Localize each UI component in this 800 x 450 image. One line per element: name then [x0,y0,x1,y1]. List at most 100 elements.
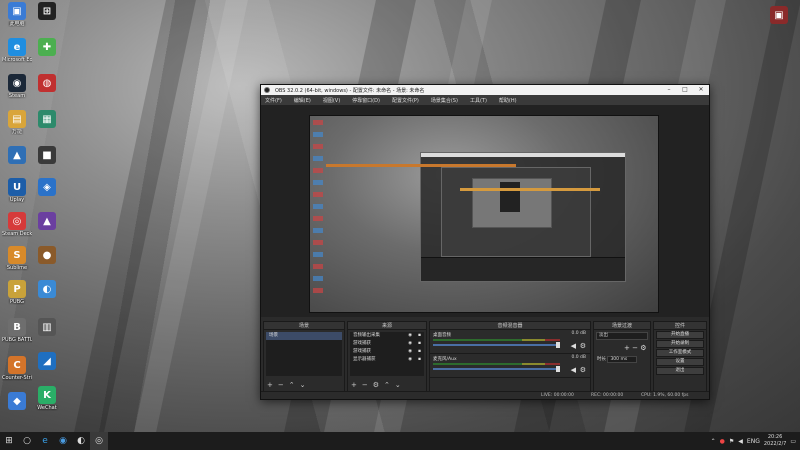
exit-button[interactable]: 退出 [656,367,704,375]
volume-slider[interactable] [433,366,560,372]
menu-edit[interactable]: 编辑(E) [294,97,311,104]
desktop-icon[interactable]: S Sublime [2,246,32,271]
app-icon: ▤ [8,110,26,128]
chevron-up-icon[interactable]: ⌃ [711,438,716,445]
windows-logo-icon[interactable]: ⊞ [0,432,18,450]
desktop-icon[interactable]: ◆ [2,392,32,411]
chrome-icon[interactable]: ◉ [54,432,72,450]
remove-transition-button[interactable]: − [632,344,638,352]
lock-icon[interactable]: ▪ [418,348,421,356]
lock-icon[interactable]: ▪ [418,332,421,340]
desktop-icon[interactable]: ▦ [32,110,62,129]
warning-icon[interactable]: ● [720,438,725,445]
desktop-icon[interactable]: ▲ [2,146,32,165]
source-properties-button[interactable]: ⚙ [373,381,379,389]
menu-docks[interactable]: 停靠窗口(D) [352,97,380,104]
settings-button[interactable]: 设置 [656,358,704,366]
menu-profile[interactable]: 配置文件(P) [392,97,419,104]
add-source-button[interactable]: + [351,381,357,389]
source-item[interactable]: 游戏捕获 ◉ ▪ [350,340,424,348]
steam-icon: ◉ [8,74,26,92]
speaker-icon[interactable]: ◀ [571,366,576,374]
gear-icon[interactable]: ⚙ [580,366,586,374]
desktop-icon[interactable]: ▥ [32,318,62,337]
obs-icon[interactable]: ◎ [90,432,108,450]
status-bar: LIVE: 00:00:00 REC: 00:00:00 CPU: 1.9%, … [261,391,709,399]
lock-icon[interactable]: ▪ [418,340,421,348]
app-icon: P [8,280,26,298]
desktop-icon[interactable]: ▲ [32,212,62,231]
app-icon: ⊞ [38,2,56,20]
clock[interactable]: 20:26 2022/2/7 [764,434,786,448]
desktop-icon[interactable]: ◈ [32,178,62,197]
desktop-icon[interactable]: ◍ [32,74,62,93]
app-icon: ◢ [38,352,56,370]
lock-icon[interactable]: ▪ [418,356,421,364]
dock-title: 来源 [348,322,426,330]
edge-icon[interactable]: e [36,432,54,450]
minimize-button[interactable]: – [661,85,677,95]
desktop-icon[interactable]: ● [32,246,62,265]
move-down-button[interactable]: ⌄ [300,381,306,389]
add-scene-button[interactable]: + [267,381,273,389]
speaker-icon[interactable]: ◀ [571,342,576,350]
desktop-icon[interactable]: U Uplay [2,178,32,203]
start-streaming-button[interactable]: 开始直播 [656,331,704,339]
eye-icon[interactable]: ◉ [408,356,412,364]
transition-select[interactable]: 淡出 [596,332,648,340]
remove-scene-button[interactable]: − [278,381,284,389]
volume-slider[interactable] [433,342,560,348]
dock-title: 场景 [264,322,344,330]
slider-handle[interactable] [556,342,560,348]
eye-icon[interactable]: ◉ [408,332,412,340]
volume-icon[interactable]: ◀ [738,438,743,445]
preview-canvas[interactable] [309,115,659,313]
move-up-button[interactable]: ⌃ [289,381,295,389]
menu-view[interactable]: 视图(V) [323,97,340,104]
desktop-icon[interactable]: ▣ 此电脑 [2,2,32,27]
menu-scene-collection[interactable]: 场景集合(S) [431,97,458,104]
slider-handle[interactable] [556,366,560,372]
desktop-icon[interactable]: ✚ [32,38,62,57]
desktop-icon[interactable]: P PUBG [2,280,32,305]
studio-mode-button[interactable]: 工作室模式 [656,349,704,357]
desktop-icon[interactable]: e Microsoft Edge [2,38,32,63]
source-item[interactable]: 音频输出采集 ◉ ▪ [350,332,424,340]
channel-db: 0.0 dB [571,331,586,336]
notification-icon[interactable]: ⚑ [729,438,734,445]
desktop-icon[interactable]: B PUBG BATTLEGROUNDS [2,318,32,343]
desktop-icon[interactable]: ⊞ [32,2,62,21]
eye-icon[interactable]: ◉ [408,340,412,348]
remove-source-button[interactable]: − [362,381,368,389]
move-up-button[interactable]: ⌃ [384,381,390,389]
source-item[interactable]: 显示器捕获 ◉ ▪ [350,356,424,364]
window-titlebar[interactable]: OBS 32.0.2 (64-bit, windows) - 配置文件: 未命名… [261,85,709,95]
desktop-icon[interactable]: ▣ [764,6,794,24]
desktop-icon[interactable]: ▤ 万能 [2,110,32,135]
menu-help[interactable]: 帮助(H) [499,97,517,104]
notification-center-icon[interactable]: ▭ [790,438,796,445]
eye-icon[interactable]: ◉ [408,348,412,356]
desktop-icon[interactable]: ◉ Steam [2,74,32,99]
maximize-button[interactable]: □ [677,85,693,95]
desktop-icon[interactable]: ◢ [32,352,62,371]
desktop-icon[interactable]: C Counter-Strike [2,356,32,381]
language-indicator[interactable]: ENG [747,438,760,445]
start-recording-button[interactable]: 开始录制 [656,340,704,348]
scene-item[interactable]: 场景 [266,332,342,340]
move-down-button[interactable]: ⌄ [395,381,401,389]
desktop-icon[interactable]: ■ [32,146,62,165]
desktop-icon[interactable]: K WeChat [32,386,62,411]
source-item[interactable]: 游戏捕获 ◉ ▪ [350,348,424,356]
add-transition-button[interactable]: + [624,344,630,352]
desktop-icon[interactable]: ◎ Steam Deck [2,212,32,237]
desktop-icon[interactable]: ◐ [32,280,62,299]
steam-icon[interactable]: ◐ [72,432,90,450]
duration-input[interactable]: 300 ms [607,356,638,363]
search-icon[interactable]: ○ [18,432,36,450]
transition-settings-button[interactable]: ⚙ [640,344,646,352]
menu-tools[interactable]: 工具(T) [470,97,487,104]
gear-icon[interactable]: ⚙ [580,342,586,350]
close-button[interactable]: ✕ [693,85,709,95]
menu-file[interactable]: 文件(F) [265,97,282,104]
